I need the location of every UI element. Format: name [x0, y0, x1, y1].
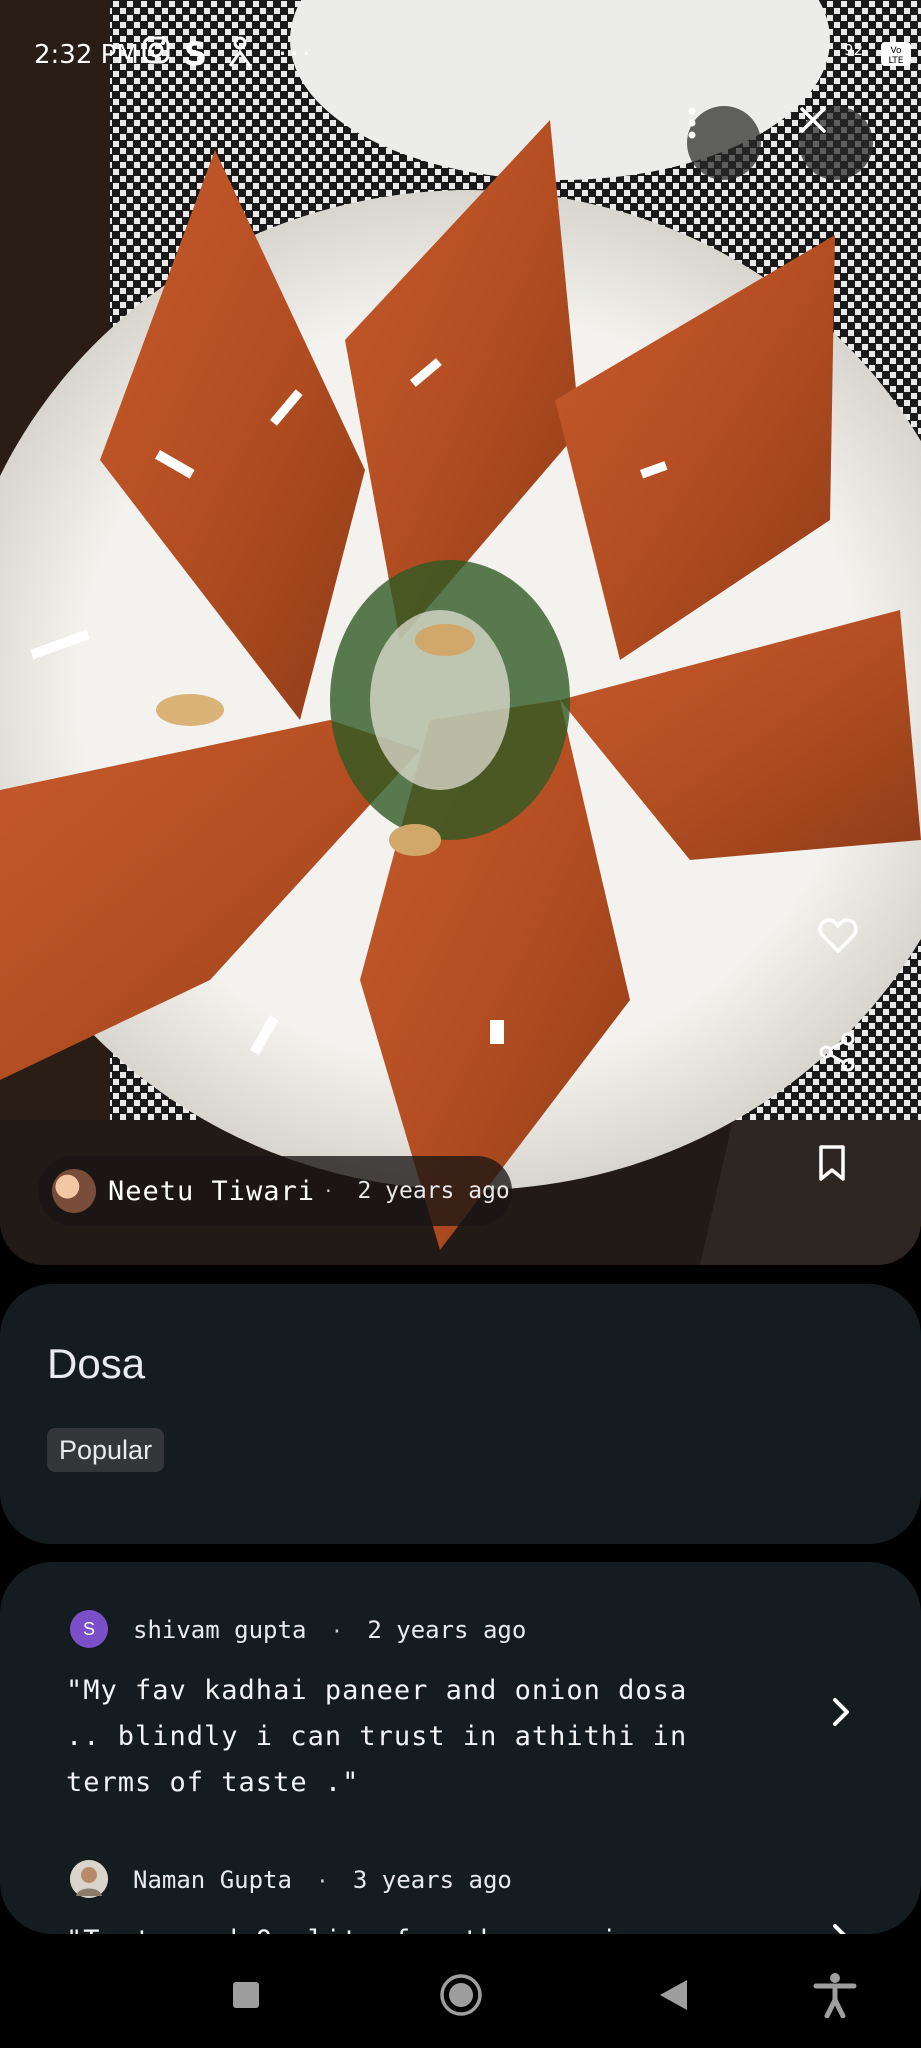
photo-posted-time: 2 years ago	[357, 1178, 510, 1204]
home-circle-icon	[439, 1973, 483, 2021]
more-notifications-icon: ···	[278, 37, 314, 70]
system-nav-bar	[0, 1945, 921, 2048]
status-bar: 2:32 PM S ··· Vo LTE 4G 92	[0, 0, 921, 110]
photo-author-chip[interactable]: Neetu Tiwari · 2 years ago	[38, 1156, 512, 1226]
separator-dot: ·	[316, 1869, 329, 1893]
like-button[interactable]	[818, 918, 874, 974]
review-header: Naman Gupta · 3 years ago	[133, 1866, 512, 1894]
dish-title: Dosa	[47, 1340, 146, 1387]
status-indicators-icons: Vo LTE 4G	[881, 42, 911, 66]
more-options-button[interactable]	[687, 106, 761, 180]
reviews-card: S shivam gupta · 2 years ago "My fav kad…	[0, 1562, 921, 1934]
popular-tag: Popular	[47, 1428, 165, 1472]
accessibility-icon	[813, 1972, 857, 2022]
recents-button[interactable]	[216, 1967, 276, 2027]
dish-photo-image	[0, 0, 921, 1265]
accessibility-button[interactable]	[805, 1967, 865, 2027]
reviewer-avatar: S	[70, 1610, 108, 1648]
dish-info-card: Dosa Popular	[0, 1284, 921, 1544]
back-triangle-icon	[657, 1978, 689, 2016]
review-posted-time: 2 years ago	[367, 1616, 527, 1644]
app-s-icon: S	[184, 35, 208, 73]
reviewer-name: shivam gupta	[133, 1616, 307, 1644]
review-open-button[interactable]	[831, 1692, 851, 1738]
author-avatar	[52, 1169, 96, 1213]
chevron-right-icon	[831, 1692, 851, 1738]
svg-text:LTE: LTE	[889, 56, 904, 66]
svg-text:Vo: Vo	[891, 46, 902, 56]
square-icon	[231, 1980, 261, 2014]
status-time: 2:32 PM	[34, 40, 139, 70]
dish-photo: 2:32 PM S ··· Vo LTE 4G 92	[0, 0, 921, 1265]
review-posted-time: 3 years ago	[352, 1866, 512, 1894]
home-button[interactable]	[431, 1967, 491, 2027]
separator-dot: ·	[330, 1619, 343, 1643]
share-button[interactable]	[818, 1032, 874, 1088]
back-button[interactable]	[643, 1967, 703, 2027]
reviewer-avatar	[70, 1860, 108, 1898]
save-button[interactable]	[818, 1144, 874, 1200]
review-header: shivam gupta · 2 years ago	[133, 1616, 526, 1644]
reviewer-name: Naman Gupta	[133, 1866, 292, 1894]
review-text: "My fav kadhai paneer and onion dosa .. …	[66, 1675, 688, 1798]
author-name: Neetu Tiwari	[108, 1175, 316, 1207]
separator-dot: ·	[325, 1179, 332, 1203]
battery-level: 92	[843, 41, 863, 59]
review-open-button[interactable]	[831, 1918, 851, 1934]
reviewer-avatar-letter: S	[82, 1618, 95, 1639]
close-button[interactable]	[799, 106, 873, 180]
chevron-right-icon	[831, 1918, 851, 1934]
review-text: "Taste and Quality for the service provi…	[66, 1918, 726, 1934]
reviewer-avatar-photo	[70, 1860, 108, 1898]
